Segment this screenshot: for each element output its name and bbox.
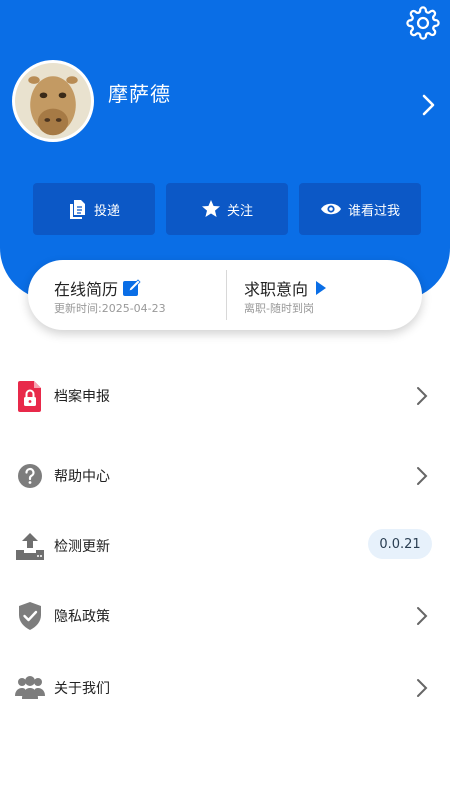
chevron-right-icon bbox=[417, 387, 428, 405]
menu-item-help-center[interactable]: 帮助中心 bbox=[0, 452, 450, 500]
follow-button[interactable]: 关注 bbox=[166, 183, 288, 235]
menu-label-archive-report: 档案申报 bbox=[54, 389, 110, 405]
menu-item-about-us[interactable]: 关于我们 bbox=[0, 664, 450, 712]
deliver-button[interactable]: 投递 bbox=[33, 183, 155, 235]
version-badge: 0.0.21 bbox=[368, 529, 432, 559]
archive-lock-icon bbox=[18, 381, 41, 412]
menu-label-privacy-policy: 隐私政策 bbox=[54, 609, 110, 625]
profile-header: 摩萨德 投递 关注 谁看过我 bbox=[0, 0, 450, 300]
chevron-right-icon bbox=[417, 679, 428, 697]
menu-item-privacy-policy[interactable]: 隐私政策 bbox=[0, 592, 450, 640]
chevron-right-icon bbox=[417, 467, 428, 485]
menu-item-check-update[interactable]: 检测更新 0.0.21 bbox=[0, 522, 450, 570]
menu-label-help-center: 帮助中心 bbox=[54, 469, 110, 485]
online-resume-title: 在线简历 bbox=[54, 280, 119, 299]
chevron-right-icon bbox=[417, 607, 428, 625]
who-viewed-me-label: 谁看过我 bbox=[347, 203, 400, 219]
group-icon bbox=[15, 676, 45, 699]
card-divider bbox=[226, 270, 227, 320]
menu-label-check-update: 检测更新 bbox=[54, 539, 110, 555]
job-intention-title: 求职意向 bbox=[244, 280, 309, 299]
who-viewed-me-button[interactable]: 谁看过我 bbox=[299, 183, 421, 235]
job-intention[interactable]: 求职意向 bbox=[244, 276, 328, 300]
resume-update-time: 更新时间:2025-04-23 bbox=[54, 302, 166, 315]
resume-card: 在线简历 更新时间:2025-04-23 求职意向 离职-随时到岗 bbox=[28, 260, 422, 330]
username[interactable]: 摩萨德 bbox=[108, 78, 171, 107]
online-resume[interactable]: 在线简历 bbox=[54, 276, 142, 300]
upload-icon bbox=[16, 533, 44, 560]
deliver-label: 投递 bbox=[93, 203, 120, 219]
shield-check-icon bbox=[19, 602, 41, 630]
follow-label: 关注 bbox=[226, 203, 253, 219]
profile-chevron-right-icon[interactable] bbox=[420, 92, 438, 118]
avatar[interactable] bbox=[12, 60, 94, 142]
job-intention-status: 离职-随时到岗 bbox=[244, 302, 314, 315]
play-icon bbox=[316, 281, 327, 295]
document-icon bbox=[69, 200, 85, 219]
menu-item-archive-report[interactable]: 档案申报 bbox=[0, 372, 450, 420]
settings-gear-icon[interactable] bbox=[406, 6, 440, 40]
eye-icon bbox=[320, 203, 341, 215]
camel-avatar-image bbox=[15, 63, 91, 139]
edit-icon[interactable] bbox=[122, 278, 142, 298]
menu-label-about-us: 关于我们 bbox=[54, 681, 110, 697]
question-icon bbox=[18, 464, 42, 488]
star-icon bbox=[201, 200, 220, 217]
